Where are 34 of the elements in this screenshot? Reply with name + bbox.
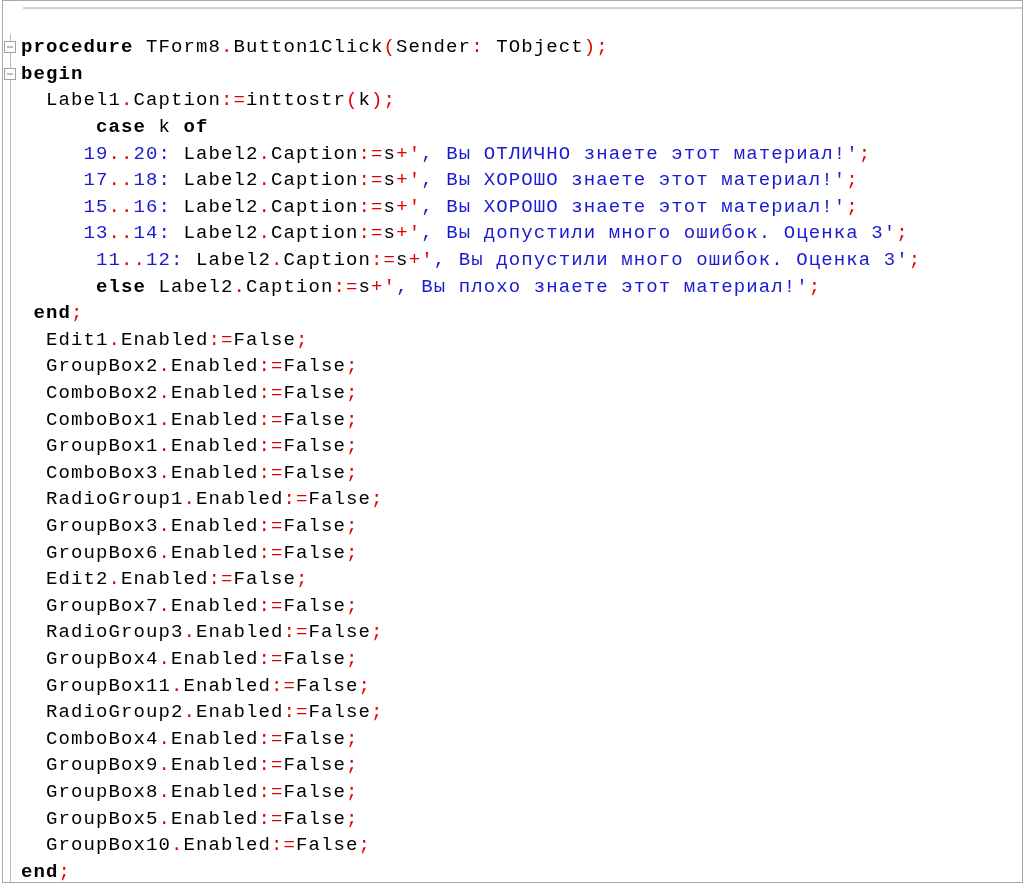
code-line: 17..18: Label2.Caption:=s+', Вы ХОРОШО знаете этот материал!';	[82, 169, 859, 192]
code-line: 15..16: Label2.Caption:=s+', Вы ХОРОШО знаете этот материал!';	[82, 195, 859, 218]
code-line: 11..12: Label2.Caption:=s+', Вы допустили много ошибок. Оценка 3';	[95, 249, 922, 272]
code-line: Edit1.Enabled:=False;	[45, 328, 309, 351]
code-line: RadioGroup1.Enabled:=False;	[45, 488, 384, 511]
code-line: Label1.Caption:=inttostr(k);	[45, 89, 397, 112]
code-line: ComboBox3.Enabled:=False;	[45, 461, 359, 484]
code-line: GroupBox4.Enabled:=False;	[45, 647, 359, 670]
code-line: procedure TForm8.Button1Click(Sender: TObject);	[21, 36, 609, 59]
code-line: GroupBox5.Enabled:=False;	[45, 807, 359, 830]
code-line: GroupBox6.Enabled:=False;	[45, 541, 359, 564]
code-line: GroupBox8.Enabled:=False;	[45, 780, 359, 803]
code-line: case k of	[95, 116, 209, 139]
code-line: GroupBox1.Enabled:=False;	[45, 435, 359, 458]
code-line: GroupBox2.Enabled:=False;	[45, 355, 359, 378]
code-line: ComboBox2.Enabled:=False;	[45, 382, 359, 404]
code-line: Edit2.Enabled:=False;	[45, 568, 309, 591]
code-line: begin	[21, 62, 84, 85]
code-line: GroupBox11.Enabled:=False;	[45, 674, 372, 697]
code-line: 13..14: Label2.Caption:=s+', Вы допустили много ошибок. Оценка 3';	[82, 222, 909, 245]
code-line: GroupBox7.Enabled:=False;	[45, 594, 359, 617]
code-line: ComboBox1.Enabled:=False;	[45, 408, 359, 431]
code-line: RadioGroup3.Enabled:=False;	[45, 621, 384, 644]
code-line: else Label2.Caption:=s+', Вы плохо знаете этот материал!';	[95, 275, 822, 298]
code-line: 19..20: Label2.Caption:=s+', Вы ОТЛИЧНО знаете этот материал!';	[82, 142, 872, 165]
code-line: RadioGroup2.Enabled:=False;	[45, 701, 384, 724]
code-line: GroupBox10.Enabled:=False;	[45, 834, 372, 857]
code-line: ComboBox4.Enabled:=False;	[45, 727, 359, 750]
code-line: GroupBox9.Enabled:=False;	[45, 754, 359, 777]
collapse-icon[interactable]	[4, 67, 16, 80]
code-line: end;	[21, 860, 72, 882]
code-line: GroupBox3.Enabled:=False;	[45, 515, 359, 537]
collapse-icon[interactable]	[4, 41, 16, 54]
code-line: end;	[32, 302, 84, 325]
